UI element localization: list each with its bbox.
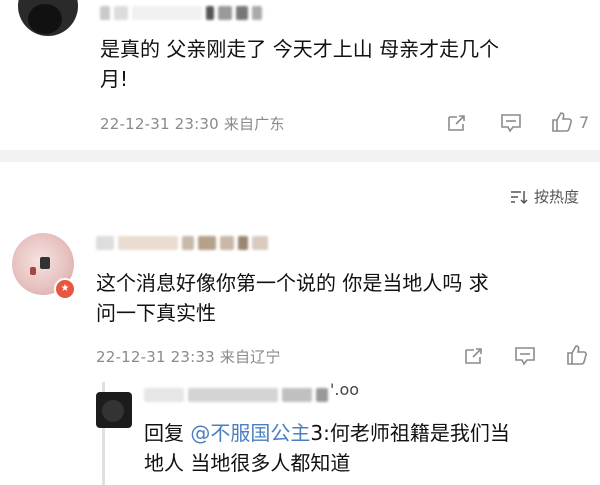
comment-meta: 22-12-31 23:30 来自广东 xyxy=(100,113,285,134)
location: 来自辽宁 xyxy=(219,348,281,366)
sort-button[interactable]: 按热度 xyxy=(510,186,579,207)
comment-text: 是真的 父亲刚走了 今天才上山 母亲才走几个 月! xyxy=(100,34,600,94)
username-suffix: '.oo xyxy=(330,380,360,399)
comment-icon xyxy=(501,114,521,133)
comment-text-line: 是真的 父亲刚走了 今天才上山 母亲才走几个 xyxy=(100,37,500,61)
username-blurred[interactable] xyxy=(100,6,262,20)
comment-button[interactable] xyxy=(514,346,536,366)
reply-text-line: 回复 @不服国公主3:何老师祖籍是我们当 xyxy=(144,418,594,448)
reply-content: 3:何老师祖籍是我们当 xyxy=(310,421,510,445)
timestamp: 22-12-31 23:33 xyxy=(96,348,215,366)
sort-label: 按热度 xyxy=(534,188,580,206)
timestamp: 22-12-31 23:30 xyxy=(100,115,219,133)
comment-text-line: 这个消息好像你第一个说的 你是当地人吗 求 xyxy=(96,271,489,295)
comment-text-line: 月! xyxy=(100,67,129,91)
reply-prefix: 回复 xyxy=(144,421,184,445)
like-icon xyxy=(567,345,587,365)
like-count: 7 xyxy=(579,112,590,132)
mention-link[interactable]: @不服国公主 xyxy=(190,421,310,445)
like-button[interactable]: 7 xyxy=(551,111,589,133)
sort-icon xyxy=(511,190,528,204)
section-divider xyxy=(0,150,600,162)
avatar[interactable] xyxy=(18,0,78,36)
share-icon xyxy=(465,348,482,364)
reply-text: 回复 @不服国公主3:何老师祖籍是我们当 地人 当地很多人都知道 xyxy=(144,418,594,478)
share-button[interactable] xyxy=(446,113,468,133)
location: 来自广东 xyxy=(223,115,285,133)
username-blurred[interactable] xyxy=(96,236,268,250)
comment-meta: 22-12-31 23:33 来自辽宁 xyxy=(96,346,281,367)
share-icon xyxy=(448,115,465,131)
like-button[interactable] xyxy=(566,344,588,366)
reply-text-line: 地人 当地很多人都知道 xyxy=(144,451,351,475)
comment-text: 这个消息好像你第一个说的 你是当地人吗 求 问一下真实性 xyxy=(96,268,596,328)
avatar[interactable] xyxy=(96,392,132,428)
comment-button[interactable] xyxy=(500,113,522,133)
share-button[interactable] xyxy=(463,346,485,366)
username-blurred[interactable] xyxy=(144,388,328,402)
like-icon xyxy=(552,112,572,132)
comment-icon xyxy=(515,347,535,366)
badge-icon: ★ xyxy=(54,278,76,300)
comment-text-line: 问一下真实性 xyxy=(96,301,216,325)
